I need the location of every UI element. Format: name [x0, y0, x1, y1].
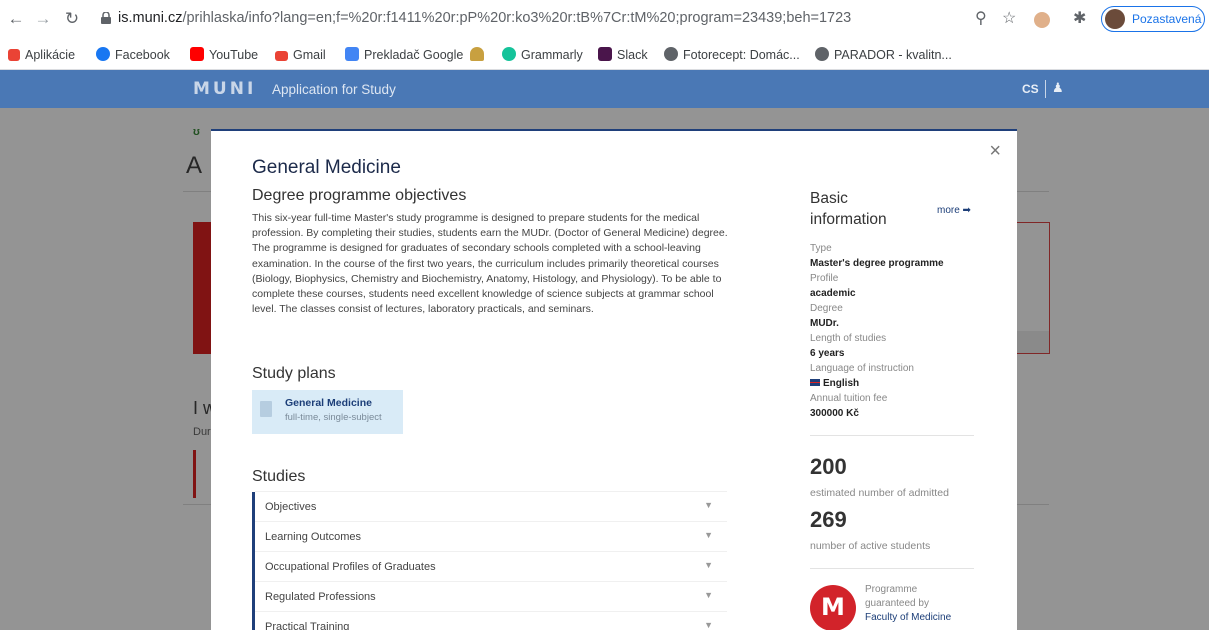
globe-icon: [815, 47, 829, 61]
guarantee-text: Programme: [865, 584, 918, 595]
accordion-label: Regulated Professions: [265, 591, 376, 603]
accordion-item-learning-outcomes[interactable]: Learning Outcomes ▼: [255, 521, 727, 552]
bookmark-label: PARADOR - kvalitn...: [834, 48, 952, 62]
info-label: Length of studies: [810, 333, 887, 344]
bookmark-slack[interactable]: Slack: [598, 47, 648, 63]
bookmark-emblem-icon: [470, 47, 484, 61]
basic-info-list: Type Master's degree programme Profile a…: [810, 241, 980, 421]
info-label: Language of instruction: [810, 363, 914, 374]
plan-subtitle: full-time, single-subject: [285, 412, 382, 423]
bookmark-gmail[interactable]: Gmail: [275, 47, 326, 63]
zoom-icon[interactable]: ⚲: [975, 9, 987, 29]
active-caption: number of active students: [810, 540, 931, 552]
info-value: academic: [810, 288, 856, 299]
profile-label: Pozastavená: [1132, 12, 1202, 26]
bookmark-label: Facebook: [115, 48, 170, 62]
language-value: English: [823, 378, 860, 389]
bookmark-fotorecept[interactable]: Fotorecept: Domác...: [664, 47, 800, 63]
accordion-label: Practical Training: [265, 621, 350, 630]
bookmark-grammarly[interactable]: Grammarly: [502, 47, 583, 63]
faculty-logo: M: [810, 585, 856, 630]
youtube-icon: [190, 47, 204, 61]
info-label: Annual tuition fee: [810, 393, 888, 404]
bookmarks-bar: Aplikácie Facebook YouTube Gmail Preklad…: [0, 40, 1209, 70]
extension-icon[interactable]: [1034, 12, 1050, 28]
studies-accordion: Objectives ▼ Learning Outcomes ▼ Occupatio…: [252, 491, 727, 630]
info-value: 6 years: [810, 348, 845, 359]
address-bar[interactable]: is.muni.cz/prihlaska/info?lang=en;f=%20r…: [118, 10, 851, 26]
study-plan-card[interactable]: General Medicine full-time, single-subje…: [252, 390, 403, 434]
programme-description: This six-year full-time Master's study p…: [252, 212, 728, 316]
admitted-caption: estimated number of admitted: [810, 487, 949, 499]
info-label: Degree: [810, 303, 843, 314]
accordion-label: Learning Outcomes: [265, 531, 361, 543]
chevron-down-icon: ▼: [704, 560, 713, 570]
apps-grid-icon: [8, 49, 20, 61]
reload-icon[interactable]: ↻: [62, 9, 82, 29]
bookmark-label: Slack: [617, 48, 648, 62]
study-plans-heading: Study plans: [252, 365, 336, 382]
info-value: MUDr.: [810, 318, 839, 329]
url-domain: is.muni.cz: [118, 10, 183, 26]
document-icon: [260, 401, 272, 417]
chevron-down-icon: ▼: [704, 500, 713, 510]
uk-flag-icon: [810, 379, 820, 386]
chevron-down-icon: ▼: [704, 620, 713, 630]
more-link[interactable]: more ➡: [937, 205, 971, 216]
avatar: [1105, 9, 1125, 29]
facebook-icon: [96, 47, 110, 61]
forward-icon[interactable]: →: [33, 9, 53, 29]
accordion-item-occupational-profiles[interactable]: Occupational Profiles of Graduates ▼: [255, 551, 727, 582]
bookmark-label: Prekladač Google: [364, 48, 464, 62]
slack-icon: [598, 47, 612, 61]
back-icon[interactable]: ←: [6, 9, 26, 29]
profile-button[interactable]: Pozastavená: [1101, 6, 1205, 32]
bookmark-label: Gmail: [293, 48, 326, 62]
bookmark-facebook[interactable]: Facebook: [96, 47, 170, 63]
objectives-heading: Degree programme objectives: [252, 187, 467, 204]
translate-icon: [345, 47, 359, 61]
info-value: English: [810, 376, 980, 391]
globe-icon: [664, 47, 678, 61]
chevron-down-icon: ▼: [704, 590, 713, 600]
bookmark-label: Grammarly: [521, 48, 583, 62]
accordion-label: Occupational Profiles of Graduates: [265, 561, 436, 573]
star-icon[interactable]: ☆: [1002, 9, 1016, 29]
divider: [810, 435, 974, 436]
lock-icon: [101, 12, 111, 24]
gmail-icon: [275, 51, 288, 61]
admitted-count: 200: [810, 454, 847, 479]
active-count: 269: [810, 507, 847, 532]
accordion-item-regulated-professions[interactable]: Regulated Professions ▼: [255, 581, 727, 612]
grammarly-icon: [502, 47, 516, 61]
studies-heading: Studies: [252, 468, 306, 485]
guarantee-text: guaranteed by: [865, 598, 929, 609]
info-value: 300000 Kč: [810, 408, 859, 419]
chevron-down-icon: ▼: [704, 530, 713, 540]
plan-title: General Medicine: [285, 397, 372, 409]
accordion-item-objectives[interactable]: Objectives ▼: [255, 491, 727, 522]
bookmark-apps[interactable]: Aplikácie: [8, 47, 75, 63]
info-value: Master's degree programme: [810, 258, 944, 269]
close-icon[interactable]: ×: [989, 141, 1001, 161]
bookmark-label: YouTube: [209, 48, 259, 62]
divider: [810, 568, 974, 569]
basic-info-heading: Basic information: [810, 190, 887, 228]
puzzle-icon[interactable]: ✱: [1073, 9, 1086, 29]
bookmark-label: Aplikácie: [25, 48, 76, 62]
bookmark-parador[interactable]: PARADOR - kvalitn...: [815, 47, 952, 63]
bookmark-translate[interactable]: Prekladač Google: [345, 47, 463, 63]
faculty-link[interactable]: Faculty of Medicine: [865, 611, 951, 625]
bookmark-unnamed[interactable]: [470, 47, 489, 63]
bookmark-youtube[interactable]: YouTube: [190, 47, 258, 63]
browser-toolbar: ← → ↻ is.muni.cz/prihlaska/info?lang=en;…: [0, 0, 1209, 40]
programme-modal: × General Medicine Degree programme obje…: [211, 129, 1017, 630]
modal-title: General Medicine: [252, 157, 401, 178]
accordion-item-practical-training[interactable]: Practical Training ▼: [255, 611, 727, 630]
accordion-label: Objectives: [265, 501, 317, 513]
info-label: Type: [810, 243, 832, 254]
url-path: /prihlaska/info?lang=en;f=%20r:f1411%20r…: [182, 10, 852, 26]
bookmark-label: Fotorecept: Domác...: [683, 48, 800, 62]
info-label: Profile: [810, 273, 839, 284]
